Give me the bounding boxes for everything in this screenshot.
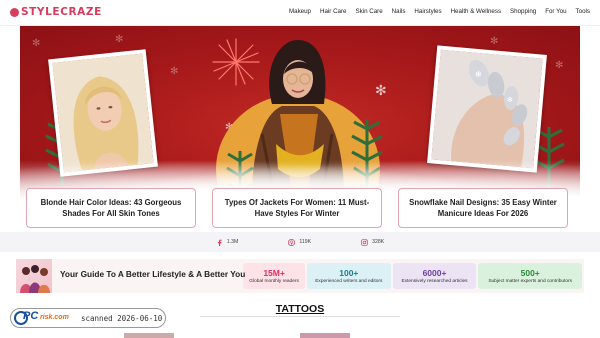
nav-item-health-wellness[interactable]: Health & Wellness (451, 8, 501, 15)
stat-researched-articles: 6000+ Extensively researched articles (392, 263, 477, 289)
article-card-jackets[interactable]: Types Of Jackets For Women: 11 Must-Have… (212, 188, 382, 228)
nav-item-hairstyles[interactable]: Hairstyles (414, 8, 441, 15)
nav-item-shopping[interactable]: Shopping (510, 8, 536, 15)
svg-text:✻: ✻ (507, 96, 514, 104)
stat-label: Experienced writers and editors (315, 279, 383, 284)
women-group-illustration (16, 259, 52, 293)
stat-label: Subject matter experts and contributors (488, 279, 573, 284)
scan-date-text: scanned 2026-06-10 (81, 313, 163, 323)
instagram-count: 328K (372, 239, 385, 245)
article-card-title: Snowflake Nail Designs: 35 Easy Winter M… (409, 198, 557, 218)
social-followers-bar: 1.3M 119K 328K (0, 232, 600, 252)
facebook-count: 1.3M (226, 239, 239, 245)
snowflake-icon: ✻ (375, 82, 387, 98)
nav-item-nails[interactable]: Nails (392, 8, 406, 15)
pcrisk-logo: PC risk.com (13, 309, 75, 327)
pcrisk-logo-risk: risk.com (40, 314, 69, 321)
blonde-woman-illustration (52, 53, 154, 173)
women-group-icon (20, 265, 50, 293)
social-pinterest[interactable]: 119K (288, 238, 312, 246)
stat-value: 15M+ (263, 268, 285, 278)
snowflake-icon: ✻ (32, 38, 41, 49)
article-card-snowflake-nails[interactable]: Snowflake Nail Designs: 35 Easy Winter M… (398, 188, 568, 228)
site-logo[interactable]: STYLECRAZE (10, 6, 102, 18)
pcrisk-logo-pc: PC (23, 310, 39, 322)
logo-mark-icon (10, 7, 19, 17)
instagram-icon (361, 238, 368, 246)
snowflake-icon: ✻ (170, 66, 179, 77)
nav-item-makeup[interactable]: Makeup (289, 8, 311, 15)
stats-intro: Your Guide To A Better Lifestyle & A Bet… (16, 259, 246, 293)
page: STYLECRAZE Makeup Hair Care Skin Care Na… (0, 0, 600, 338)
pinterest-icon (288, 238, 296, 246)
snowflake-nails-photo[interactable]: ✻ ✻ (427, 45, 547, 173)
svg-text:✻: ✻ (475, 70, 483, 80)
article-thumbnail-peek[interactable] (300, 333, 350, 338)
snowflake-icon: ✻ (555, 60, 564, 71)
stat-monthly-readers: 15M+ Global monthly readers (243, 263, 305, 289)
stat-experts-contributors: 500+ Subject matter experts and contribu… (478, 263, 582, 289)
stats-banner: Your Guide To A Better Lifestyle & A Bet… (16, 259, 584, 293)
stat-label: Extensively researched articles (401, 279, 468, 284)
article-card-blonde-hair[interactable]: Blonde Hair Color Ideas: 43 Gorgeous Sha… (26, 188, 196, 228)
article-card-title: Types Of Jackets For Women: 11 Must-Have… (224, 198, 370, 218)
main-nav: Makeup Hair Care Skin Care Nails Hairsty… (289, 8, 590, 15)
stat-value: 6000+ (422, 268, 447, 278)
social-facebook[interactable]: 1.3M (216, 239, 239, 246)
snowflake-icon: ✻ (115, 34, 124, 45)
pinterest-count: 119K (299, 239, 312, 245)
stat-value: 500+ (520, 268, 540, 278)
nails-illustration: ✻ ✻ (431, 49, 543, 169)
stats-tagline: Your Guide To A Better Lifestyle & A Bet… (60, 269, 246, 279)
article-card-title: Blonde Hair Color Ideas: 43 Gorgeous Sha… (40, 198, 182, 218)
nav-item-tools[interactable]: Tools (576, 8, 590, 15)
site-header: STYLECRAZE Makeup Hair Care Skin Care Na… (0, 0, 600, 26)
blonde-hair-photo[interactable] (48, 49, 158, 177)
section-divider (200, 316, 400, 317)
nav-item-skin-care[interactable]: Skin Care (355, 8, 382, 15)
stat-label: Global monthly readers (249, 279, 299, 284)
stat-writers-editors: 100+ Experienced writers and editors (306, 263, 391, 289)
scan-watermark: PC risk.com scanned 2026-06-10 (10, 308, 166, 328)
snowflake-icon: ✻ (490, 36, 499, 47)
stat-value: 100+ (339, 268, 359, 278)
logo-text: STYLECRAZE (21, 6, 102, 18)
nav-item-hair-care[interactable]: Hair Care (320, 8, 346, 15)
facebook-icon (217, 239, 222, 246)
social-instagram[interactable]: 328K (361, 238, 385, 246)
article-thumbnail-peek[interactable] (124, 333, 174, 338)
nav-item-for-you[interactable]: For You (545, 8, 566, 15)
